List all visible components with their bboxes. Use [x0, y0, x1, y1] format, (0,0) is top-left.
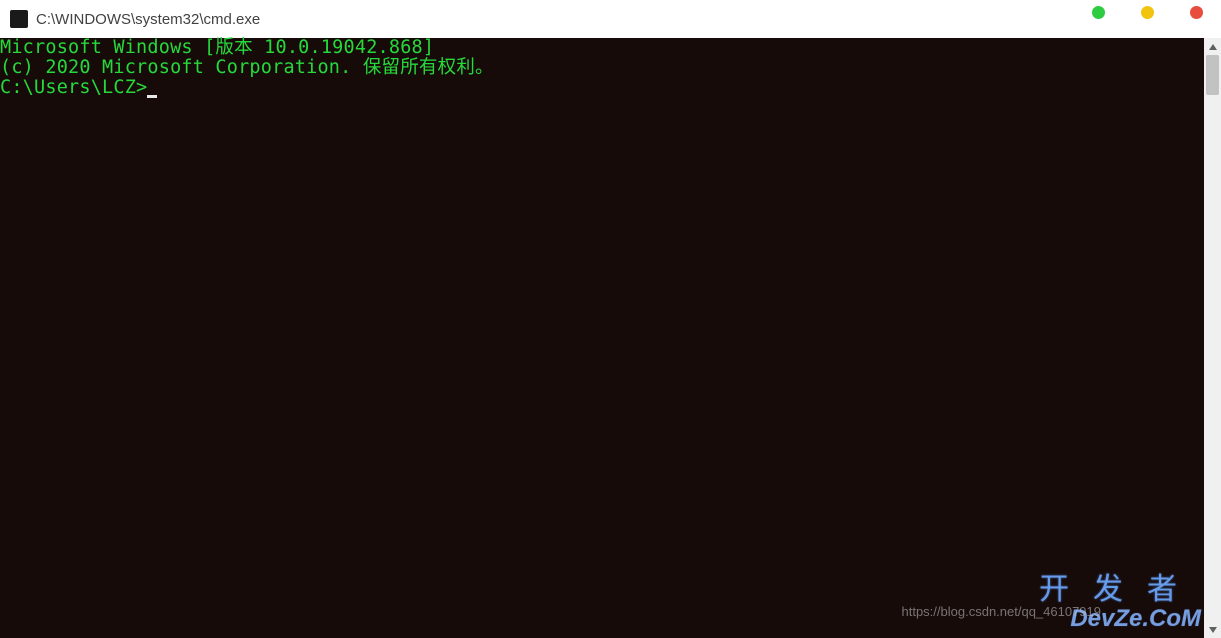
app-icon [10, 10, 28, 28]
terminal-line: (c) 2020 Microsoft Corporation. 保留所有权利。 [0, 58, 1204, 78]
titlebar[interactable]: C:\WINDOWS\system32\cmd.exe [0, 0, 1221, 38]
prompt: C:\Users\LCZ> [0, 77, 147, 98]
scroll-down-button[interactable] [1204, 621, 1221, 638]
content-area: Microsoft Windows [版本 10.0.19042.868](c)… [0, 38, 1221, 638]
maximize-button[interactable] [1141, 6, 1154, 19]
close-button[interactable] [1190, 6, 1203, 19]
scroll-up-button[interactable] [1204, 38, 1221, 55]
cursor-icon [147, 95, 157, 98]
window-title: C:\WINDOWS\system32\cmd.exe [36, 11, 260, 28]
terminal-line: Microsoft Windows [版本 10.0.19042.868] [0, 38, 1204, 58]
scroll-thumb[interactable] [1206, 55, 1219, 95]
chevron-down-icon [1209, 627, 1217, 633]
window-controls [1092, 6, 1203, 19]
chevron-up-icon [1209, 44, 1217, 50]
terminal[interactable]: Microsoft Windows [版本 10.0.19042.868](c)… [0, 38, 1204, 638]
minimize-button[interactable] [1092, 6, 1105, 19]
scrollbar[interactable] [1204, 38, 1221, 638]
scroll-track[interactable] [1204, 55, 1221, 621]
cmd-window: C:\WINDOWS\system32\cmd.exe Microsoft Wi… [0, 0, 1221, 638]
